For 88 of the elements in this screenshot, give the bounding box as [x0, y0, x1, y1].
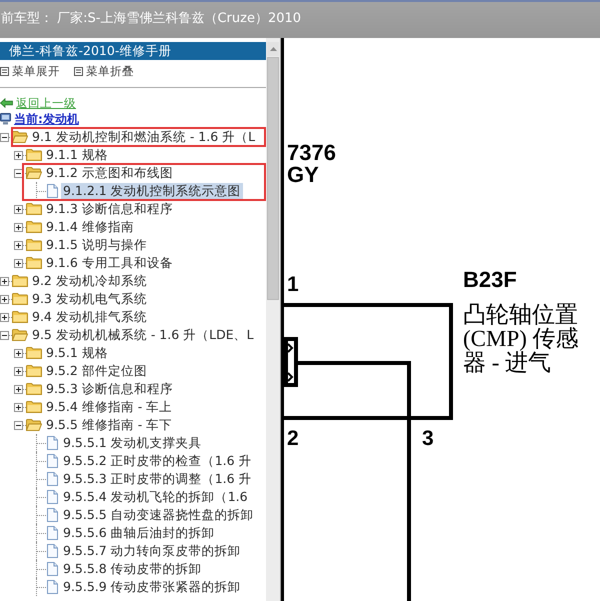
folder-icon: [26, 364, 42, 378]
folder-icon: [26, 346, 42, 360]
folder-icon: [26, 256, 42, 270]
document-icon: [46, 490, 58, 504]
plus-box-icon[interactable]: [0, 294, 9, 304]
vertical-scrollbar[interactable]: [266, 38, 281, 601]
folder-icon: [26, 400, 42, 414]
folder-icon: [12, 274, 28, 288]
plus-box-icon[interactable]: [14, 258, 23, 268]
vehicle-model-text: 前车型： 厂家:S-上海雪佛兰科鲁兹（Cruze）2010: [1, 11, 302, 26]
tree-item[interactable]: 9.5.4 维修指南 - 车上: [44, 399, 174, 415]
plus-box-icon[interactable]: [0, 312, 9, 322]
pin-number: 1: [287, 274, 299, 296]
tree-item[interactable]: 9.5.5 维修指南 - 车下: [44, 417, 174, 433]
plus-box-icon[interactable]: [0, 276, 9, 286]
document-icon: [46, 508, 58, 522]
document-icon: [46, 562, 58, 576]
tree-item[interactable]: 9.1.6 专用工具和设备: [44, 255, 175, 271]
up-arrow-icon: [270, 47, 276, 51]
back-arrow-icon: [0, 98, 13, 108]
wire-number: 7376: [287, 142, 336, 164]
tree-item[interactable]: 9.5 发动机机械系统 - 1.6 升（LDE、L: [30, 327, 256, 343]
tree-item[interactable]: 9.4 发动机排气系统: [30, 309, 149, 325]
tree-item[interactable]: 9.1.1 规格: [44, 147, 110, 163]
tree-item[interactable]: 9.5.2 部件定位图: [44, 363, 149, 379]
tree-item[interactable]: 9.1.2 示意图和布线图: [44, 165, 175, 181]
tree-item[interactable]: 9.1.5 说明与操作: [44, 237, 149, 253]
document-icon: [46, 526, 58, 540]
menu-toggle-button[interactable]: 菜单折叠: [74, 64, 134, 78]
scrollbar-thumb[interactable]: [267, 57, 279, 300]
folder-icon: [26, 238, 42, 252]
connector-pin-icon: [284, 337, 298, 387]
plus-box-icon[interactable]: [14, 150, 23, 160]
document-icon: [46, 436, 58, 450]
tree-item[interactable]: 9.5.5.3 正时皮带的调整（1.6 升: [61, 471, 254, 487]
plus-box-icon[interactable]: [14, 204, 23, 214]
folder-icon: [12, 310, 28, 324]
pin-number: 2: [287, 428, 299, 450]
plus-box-icon[interactable]: [14, 240, 23, 250]
minus-box-icon[interactable]: [0, 330, 9, 340]
plus-box-icon[interactable]: [14, 384, 23, 394]
folder-icon: [26, 148, 42, 162]
tree-item[interactable]: 9.2 发动机冷却系统: [30, 273, 149, 289]
document-icon: [46, 472, 58, 486]
current-location-link[interactable]: 当前:发动机: [14, 110, 79, 128]
tree-item[interactable]: 9.5.5.6 曲轴后油封的拆卸: [61, 525, 217, 541]
document-icon: [46, 580, 58, 594]
tree-item[interactable]: 9.1.4 维修指南: [44, 219, 136, 235]
tree-item[interactable]: 9.1 发动机控制和燃油系统 - 1.6 升（L: [30, 129, 258, 145]
list-icon: [74, 66, 83, 76]
menu-toggle-button[interactable]: 菜单展开: [0, 64, 60, 78]
folder-icon: [26, 220, 42, 234]
tree-item[interactable]: 9.5.5.9 传动皮带张紧器的拆卸: [61, 579, 243, 595]
tree-item[interactable]: 9.3 发动机电气系统: [30, 291, 149, 307]
open-folder-icon: [26, 418, 42, 432]
folder-icon: [26, 382, 42, 396]
minus-box-icon[interactable]: [14, 420, 23, 430]
document-icon: [46, 544, 58, 558]
component-name: 凸轮轴位置(CMP) 传感器 - 进气: [463, 303, 580, 375]
open-folder-icon: [12, 130, 28, 144]
manual-title-bar: 佛兰-科鲁兹-2010-维修手册: [0, 42, 266, 60]
plus-box-icon[interactable]: [14, 366, 23, 376]
wire-color-code: GY: [287, 164, 319, 186]
tree-item[interactable]: 9.5.5.5 自动变速器挠性盘的拆卸: [61, 507, 256, 523]
tree-item[interactable]: 9.1.2.1 发动机控制系统示意图: [61, 183, 243, 199]
folder-icon: [12, 292, 28, 306]
scroll-up-button[interactable]: [267, 42, 279, 56]
tree-item[interactable]: 9.5.1 规格: [44, 345, 110, 361]
folder-icon: [26, 202, 42, 216]
tree-item[interactable]: 9.5.5.1 发动机支撑夹具: [61, 435, 204, 451]
minus-box-icon[interactable]: [0, 132, 9, 142]
tree-item[interactable]: 9.5.5.4 发动机飞轮的拆卸（1.6: [61, 489, 250, 505]
plus-box-icon[interactable]: [14, 222, 23, 232]
pin-number: 3: [422, 428, 434, 450]
document-icon: [46, 454, 58, 468]
tree-item[interactable]: 9.5.5.2 正时皮带的检查（1.6 升: [61, 453, 254, 469]
document-icon: [46, 184, 58, 198]
component-id: B23F: [463, 269, 517, 291]
tree-item[interactable]: 9.1.3 诊断信息和程序: [44, 201, 175, 217]
tree-item[interactable]: 9.5.5.8 传动皮带的拆卸: [61, 561, 204, 577]
open-folder-icon: [26, 166, 42, 180]
open-folder-icon: [12, 328, 28, 342]
computer-icon: [0, 113, 11, 125]
tree-item[interactable]: 9.5.5.7 动力转向泵皮带的拆卸: [61, 543, 243, 559]
plus-box-icon[interactable]: [14, 348, 23, 358]
minus-box-icon[interactable]: [14, 168, 23, 178]
plus-box-icon[interactable]: [14, 402, 23, 412]
tree-item[interactable]: 9.5.3 诊断信息和程序: [44, 381, 175, 397]
